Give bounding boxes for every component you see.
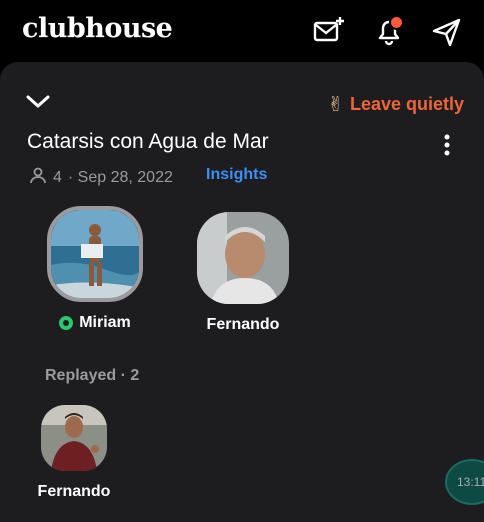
more-options-icon[interactable] [444, 134, 450, 156]
replayed-name: Fernando [37, 483, 111, 500]
replayed-tile-fernando[interactable]: Fernando [24, 405, 124, 501]
bell-icon[interactable] [372, 15, 406, 49]
speaker-tile-fernando[interactable]: Fernando [193, 212, 293, 334]
notification-dot [389, 15, 404, 30]
listener-count: 4 [53, 168, 62, 186]
live-indicator-icon [59, 316, 74, 330]
leave-label: Leave quietly [349, 94, 464, 114]
room-title: Catarsis con Agua de Mar [27, 130, 269, 153]
speaker-name: Fernando [206, 316, 280, 333]
room-date: · Sep 28, 2022 [67, 168, 173, 186]
room-panel: ✌ Leave quietly Catarsis con Agua de Mar… [0, 62, 484, 522]
insights-link[interactable]: Insights [206, 166, 267, 184]
avatar [41, 405, 107, 471]
person-icon [29, 166, 47, 189]
speaker-name: Miriam [45, 314, 145, 332]
avatar [197, 212, 289, 304]
replayed-label: Replayed · 2 [45, 367, 140, 384]
leave-quietly-button[interactable]: ✌ Leave quietly [327, 92, 464, 117]
avatar [47, 206, 143, 302]
top-bar: clubhouse [0, 0, 484, 62]
mail-plus-icon[interactable] [312, 15, 346, 49]
speaker-tile-miriam[interactable]: Miriam [45, 206, 145, 332]
paper-plane-icon[interactable] [430, 15, 464, 49]
app-logo: clubhouse [22, 13, 173, 44]
speaker-name-text: Miriam [79, 314, 131, 331]
floating-time-bubble[interactable]: 13:11 [445, 459, 484, 505]
peace-hand-icon: ✌ [327, 94, 344, 116]
chevron-down-icon[interactable] [26, 90, 50, 114]
room-meta: 4 · Sep 28, 2022 [29, 166, 173, 189]
